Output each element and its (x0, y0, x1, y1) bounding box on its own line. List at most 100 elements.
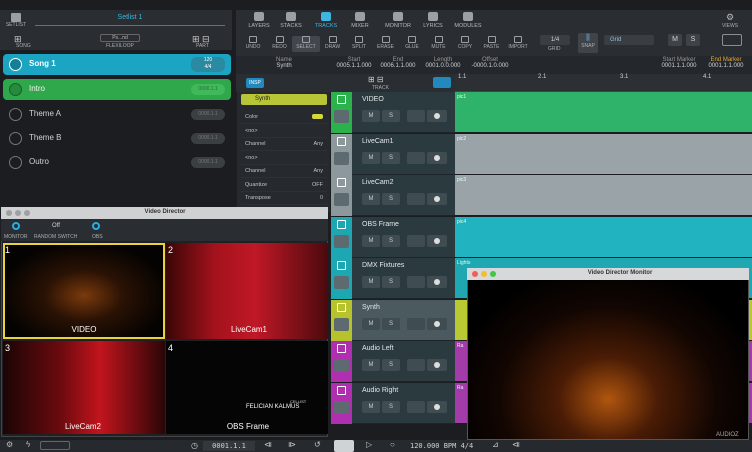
mute-button[interactable]: M (362, 234, 380, 247)
track-name[interactable]: VIDEO (362, 96, 384, 103)
info-end[interactable]: End 0006.1.1.000 (377, 57, 419, 69)
track-header[interactable]: OBS Frame M S (331, 216, 455, 258)
mic-icon[interactable] (407, 276, 425, 288)
close-button[interactable] (472, 271, 478, 277)
rewind-icon[interactable]: ⧏ (264, 440, 272, 449)
inspector-row[interactable]: <no> (241, 152, 327, 165)
mute-button[interactable]: M (362, 193, 380, 205)
track-header[interactable]: DMX Fixtures M S (331, 258, 455, 299)
part-row[interactable]: Theme B 0000.1.1 (3, 128, 231, 149)
inspector-row[interactable]: Channel Any (241, 138, 327, 151)
lightning-icon[interactable]: ϟ (26, 440, 30, 449)
track-header[interactable]: LiveCam1 M S (331, 133, 455, 175)
solo-button[interactable]: S (382, 317, 400, 330)
window-icon[interactable] (722, 34, 742, 46)
inspector-toggle[interactable]: INSP (246, 78, 264, 88)
mute-button[interactable]: M (362, 276, 380, 288)
mic-icon[interactable] (407, 317, 425, 330)
part-row[interactable]: Intro 0000.1.1 (3, 79, 231, 100)
prev-icon[interactable]: ⧏ (512, 440, 520, 449)
track-toggle[interactable] (337, 136, 346, 146)
gear-icon[interactable]: ⚙ (6, 440, 13, 449)
video-cell[interactable] (166, 341, 328, 434)
track-toggle[interactable] (337, 344, 346, 353)
mute-button[interactable]: M (362, 400, 380, 413)
forward-icon[interactable]: ⧐ (288, 440, 296, 449)
tool-glue[interactable]: GLUE (398, 36, 426, 52)
mute-button[interactable]: M (362, 110, 380, 122)
mute-button[interactable]: M (362, 151, 380, 164)
info-length[interactable]: Length 0001.0.0.000 (422, 57, 464, 69)
mic-icon[interactable] (407, 110, 425, 122)
flexiloop-select[interactable]: Ps...nd (100, 34, 140, 42)
play-icon[interactable]: ▷ (366, 440, 372, 449)
track-toggle[interactable] (337, 95, 346, 104)
views-button[interactable]: ⚙ VIEWS (718, 12, 742, 29)
record-arm-button[interactable] (427, 193, 447, 205)
stop-button[interactable] (334, 440, 354, 452)
solo-button[interactable]: S (382, 359, 400, 371)
tool-erase[interactable]: ERASE (372, 36, 400, 52)
track-clip[interactable]: pic1 (455, 92, 752, 133)
tempo-display[interactable]: 120.000 BPM 4/4 (410, 441, 482, 451)
track-header[interactable]: Audio Left M S (331, 341, 455, 382)
close-button[interactable] (6, 210, 12, 216)
video-cell[interactable] (3, 341, 165, 434)
track-header[interactable]: LiveCam2 M S (331, 175, 455, 216)
obs-toggle[interactable] (92, 222, 100, 230)
song-row[interactable]: Song 1 120 4/4 (3, 54, 231, 75)
mic-icon[interactable] (407, 193, 425, 205)
snap-button[interactable]: ⫼ SNAP (578, 33, 598, 53)
tool-undo[interactable]: UNDO (239, 36, 267, 52)
solo-button[interactable]: S (382, 151, 400, 164)
color-swatch[interactable] (312, 114, 323, 119)
track-toggle[interactable] (337, 178, 346, 187)
tool-copy[interactable]: COPY (451, 36, 479, 52)
tool-mute[interactable]: MUTE (425, 36, 453, 52)
record-arm-button[interactable] (427, 400, 447, 413)
menu-lyrics[interactable]: LYRICS (415, 12, 451, 29)
add-track-icon[interactable]: ⊞ ⊟ (368, 75, 384, 84)
track-name[interactable]: Synth (362, 304, 380, 311)
record-arm-button[interactable] (427, 359, 447, 371)
track-clip[interactable]: pic2 (455, 133, 752, 175)
solo-button[interactable]: S (382, 193, 400, 205)
inspector-row[interactable]: Channel Any (241, 165, 327, 178)
record-arm-button[interactable] (427, 110, 447, 122)
menu-modules[interactable]: MODULES (450, 12, 486, 29)
minimize-button[interactable] (481, 271, 487, 277)
solo-button[interactable]: S (382, 276, 400, 288)
tool-redo[interactable]: REDO (266, 36, 294, 52)
setlist-button[interactable]: SETLIST (4, 13, 28, 28)
info-end-marker[interactable]: End Marker 0001.1.1.000 (704, 57, 748, 69)
track-clip[interactable]: pic4 (455, 216, 752, 258)
inspector-track-name[interactable]: Synth (241, 94, 327, 105)
monitor-toggle[interactable] (12, 222, 20, 230)
menu-layers[interactable]: LAYERS (241, 12, 277, 29)
track-name[interactable]: OBS Frame (362, 221, 399, 228)
track-toggle[interactable] (337, 219, 346, 229)
track-toggle[interactable] (337, 302, 346, 312)
grid-select[interactable]: 1/4 (540, 35, 570, 45)
zoom-button[interactable] (490, 271, 496, 277)
tool-import[interactable]: IMPORT (504, 36, 532, 52)
global-mute-button[interactable]: M (668, 34, 682, 46)
mute-button[interactable]: M (362, 359, 380, 371)
info-offset[interactable]: Offset -0000.1.0.000 (466, 57, 514, 69)
minimize-button[interactable] (15, 210, 21, 216)
menu-stacks[interactable]: STACKS (273, 12, 309, 29)
track-name[interactable]: LiveCam1 (362, 138, 394, 145)
menu-tracks[interactable]: TRACKS (308, 12, 344, 29)
solo-button[interactable]: S (382, 110, 400, 122)
record-arm-button[interactable] (427, 151, 447, 164)
zoom-button[interactable] (24, 210, 30, 216)
tool-paste[interactable]: PASTE (478, 36, 506, 52)
info-start-marker[interactable]: Start Marker 0001.1.1.000 (658, 57, 700, 69)
mute-button[interactable]: M (362, 317, 380, 330)
menu-monitor[interactable]: MONITOR (380, 12, 416, 29)
tool-draw[interactable]: DRAW (319, 36, 347, 52)
random-switch-value[interactable]: Off (44, 223, 68, 231)
track-name[interactable]: DMX Fixtures (362, 262, 404, 269)
global-solo-button[interactable]: S (686, 34, 700, 46)
mic-icon[interactable] (407, 400, 425, 413)
